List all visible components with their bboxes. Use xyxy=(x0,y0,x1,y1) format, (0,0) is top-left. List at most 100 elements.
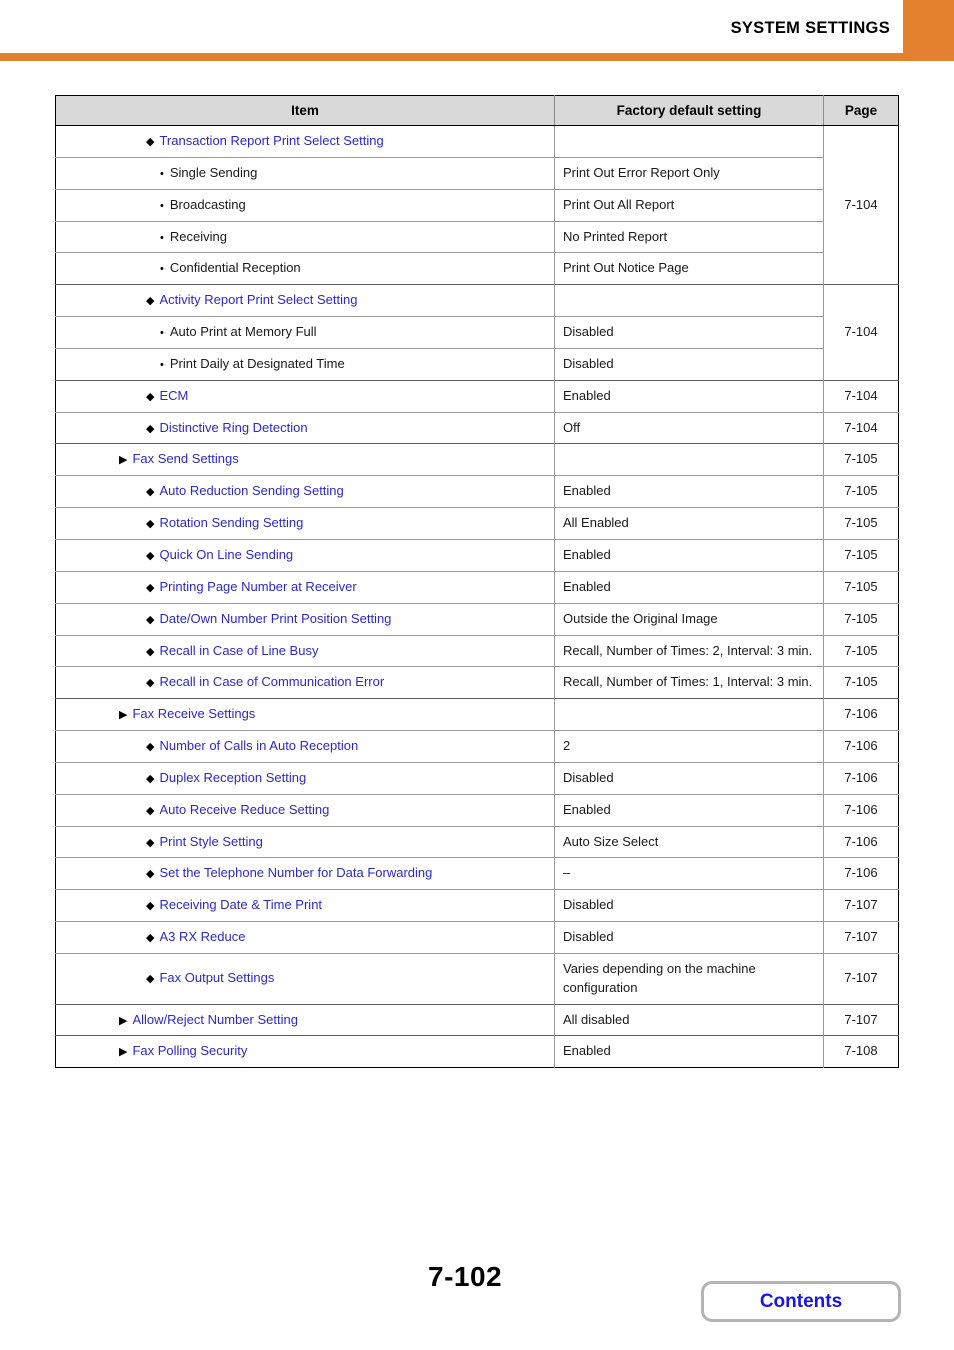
sub-item-label: Single Sending xyxy=(169,164,258,180)
page-link[interactable]: 7-107 xyxy=(823,921,899,954)
page-link[interactable]: 7-105 xyxy=(823,507,899,540)
default-value-text: Enabled xyxy=(563,1043,611,1059)
default-value-text: Enabled xyxy=(563,483,611,499)
bullet-marker-icon: • xyxy=(160,231,164,244)
page-link[interactable]: 7-106 xyxy=(823,825,899,858)
cell-item: ◆ Rotation Sending Setting xyxy=(55,507,555,540)
default-value-text: Off xyxy=(563,419,581,435)
diamond-marker-icon: ◆ xyxy=(146,581,155,594)
cell-default-value: Off xyxy=(554,411,824,444)
page-link[interactable]: 7-105 xyxy=(823,666,899,699)
cell-item: • Auto Print at Memory Full xyxy=(55,316,555,349)
table-row: ◆ Recall in Case of Communication Error Re… xyxy=(55,666,899,699)
cell-default-value: Enabled xyxy=(554,570,824,604)
page-link[interactable]: 7-105 xyxy=(823,602,899,635)
setting-link[interactable]: Distinctive Ring Detection xyxy=(159,419,307,438)
table-row: ◆ Fax Output Settings Varies depending on … xyxy=(55,952,899,1005)
setting-link[interactable]: Rotation Sending Setting xyxy=(159,514,303,533)
page-link[interactable]: 7-107 xyxy=(823,889,899,922)
diamond-marker-icon: ◆ xyxy=(146,295,155,308)
default-value-text: All Enabled xyxy=(563,515,629,531)
cell-default-value xyxy=(554,125,824,158)
page-link[interactable]: 7-104 xyxy=(823,411,899,444)
cell-default-value: Auto Size Select xyxy=(554,825,824,858)
table-row: ◆ Number of Calls in Auto Reception 2 7-106 xyxy=(55,730,899,763)
default-value-text: Print Out Notice Page xyxy=(563,260,689,276)
page-link[interactable]: 7-106 xyxy=(823,793,899,827)
default-value-text: Disabled xyxy=(563,929,614,945)
page-link[interactable]: 7-106 xyxy=(823,761,899,795)
cell-default-value: Enabled xyxy=(554,793,824,827)
setting-link[interactable]: Recall in Case of Communication Error xyxy=(159,673,384,692)
page-link[interactable]: 7-105 xyxy=(823,570,899,604)
diamond-marker-icon: ◆ xyxy=(146,422,155,435)
table-row: • Auto Print at Memory Full Disabled xyxy=(55,316,899,349)
diamond-marker-icon: ◆ xyxy=(146,518,155,531)
triangle-marker-icon: ▶ xyxy=(119,1046,128,1059)
page-link[interactable]: 7-106 xyxy=(823,730,899,763)
cell-item: • Broadcasting xyxy=(55,188,555,222)
cell-item: ◆ Auto Reduction Sending Setting xyxy=(55,475,555,508)
page-link[interactable]: 7-107 xyxy=(823,1003,899,1036)
page-link[interactable]: 7-106 xyxy=(823,698,899,731)
default-value-text: Outside the Original Image xyxy=(563,610,718,626)
setting-link[interactable]: Printing Page Number at Receiver xyxy=(159,578,356,597)
cell-default-value: – xyxy=(554,857,824,890)
setting-link[interactable]: Set the Telephone Number for Data Forwar… xyxy=(159,864,432,883)
cell-item: ◆ Fax Output Settings xyxy=(55,952,555,1005)
setting-link[interactable]: Auto Reduction Sending Setting xyxy=(159,482,343,501)
page-link[interactable]: 7-106 xyxy=(823,857,899,890)
cell-item: ◆ Recall in Case of Communication Error xyxy=(55,666,555,699)
cell-default-value: Print Out Notice Page xyxy=(554,252,824,285)
default-value-text: Print Out Error Report Only xyxy=(563,164,720,180)
cell-default-value: Recall, Number of Times: 1, Interval: 3 … xyxy=(554,666,824,699)
setting-link[interactable]: Allow/Reject Number Setting xyxy=(132,1011,297,1030)
setting-link[interactable]: A3 RX Reduce xyxy=(159,928,245,947)
diamond-marker-icon: ◆ xyxy=(146,932,155,945)
page-link[interactable]: 7-105 xyxy=(823,538,899,572)
setting-link[interactable]: ECM xyxy=(159,387,188,406)
cell-default-value: No Printed Report xyxy=(554,220,824,253)
page-link[interactable]: 7-104 xyxy=(824,126,899,285)
page-link[interactable]: 7-105 xyxy=(823,443,899,476)
setting-link[interactable]: Date/Own Number Print Position Setting xyxy=(159,610,391,629)
table-row: ◆ Transaction Report Print Select Setting… xyxy=(55,125,899,212)
setting-link[interactable]: Number of Calls in Auto Reception xyxy=(159,737,358,756)
cell-item: • Single Sending xyxy=(55,156,555,190)
setting-link[interactable]: Activity Report Print Select Setting xyxy=(159,291,357,310)
setting-link[interactable]: Receiving Date & Time Print xyxy=(159,896,322,915)
setting-link[interactable]: Quick On Line Sending xyxy=(159,546,293,565)
page-link[interactable]: 7-107 xyxy=(823,952,899,1005)
cell-default-value: Varies depending on the machine configur… xyxy=(554,952,824,1005)
setting-link[interactable]: Fax Send Settings xyxy=(132,450,238,469)
default-value-text: Enabled xyxy=(563,546,611,562)
contents-button[interactable]: Contents xyxy=(701,1281,901,1322)
diamond-marker-icon: ◆ xyxy=(146,804,155,817)
page-link[interactable]: 7-108 xyxy=(823,1035,899,1068)
setting-link[interactable]: Auto Receive Reduce Setting xyxy=(159,801,329,820)
page-link[interactable]: 7-104 xyxy=(823,284,899,381)
setting-link[interactable]: Fax Polling Security xyxy=(132,1042,247,1061)
bullet-marker-icon: • xyxy=(160,167,164,180)
setting-link[interactable]: Duplex Reception Setting xyxy=(159,769,306,788)
sub-item-label: Auto Print at Memory Full xyxy=(169,324,317,340)
page-link[interactable]: 7-105 xyxy=(823,475,899,508)
page-number: 7-102 xyxy=(428,1261,503,1292)
setting-link[interactable]: Print Style Setting xyxy=(159,833,262,852)
column-header-item: Item xyxy=(55,95,555,126)
cell-item: ◆ Duplex Reception Setting xyxy=(55,761,555,795)
default-value-text: Enabled xyxy=(563,801,611,817)
diamond-marker-icon: ◆ xyxy=(146,613,155,626)
cell-item: ◆ A3 RX Reduce xyxy=(55,921,555,954)
default-value-text: Varies depending on the machine configur… xyxy=(563,960,756,995)
setting-link[interactable]: Fax Receive Settings xyxy=(132,705,255,724)
setting-link[interactable]: Fax Output Settings xyxy=(159,969,274,988)
diamond-marker-icon: ◆ xyxy=(146,645,155,658)
cell-item: ▶ Fax Receive Settings xyxy=(55,698,555,731)
setting-link[interactable]: Transaction Report Print Select Setting xyxy=(159,132,383,151)
page-link[interactable]: 7-105 xyxy=(823,634,899,667)
table-row: ◆ Printing Page Number at Receiver Enabled… xyxy=(55,570,899,604)
setting-link[interactable]: Recall in Case of Line Busy xyxy=(159,642,318,661)
table-row: ◆ Date/Own Number Print Position Setting O… xyxy=(55,602,899,635)
page-link[interactable]: 7-104 xyxy=(823,379,899,413)
